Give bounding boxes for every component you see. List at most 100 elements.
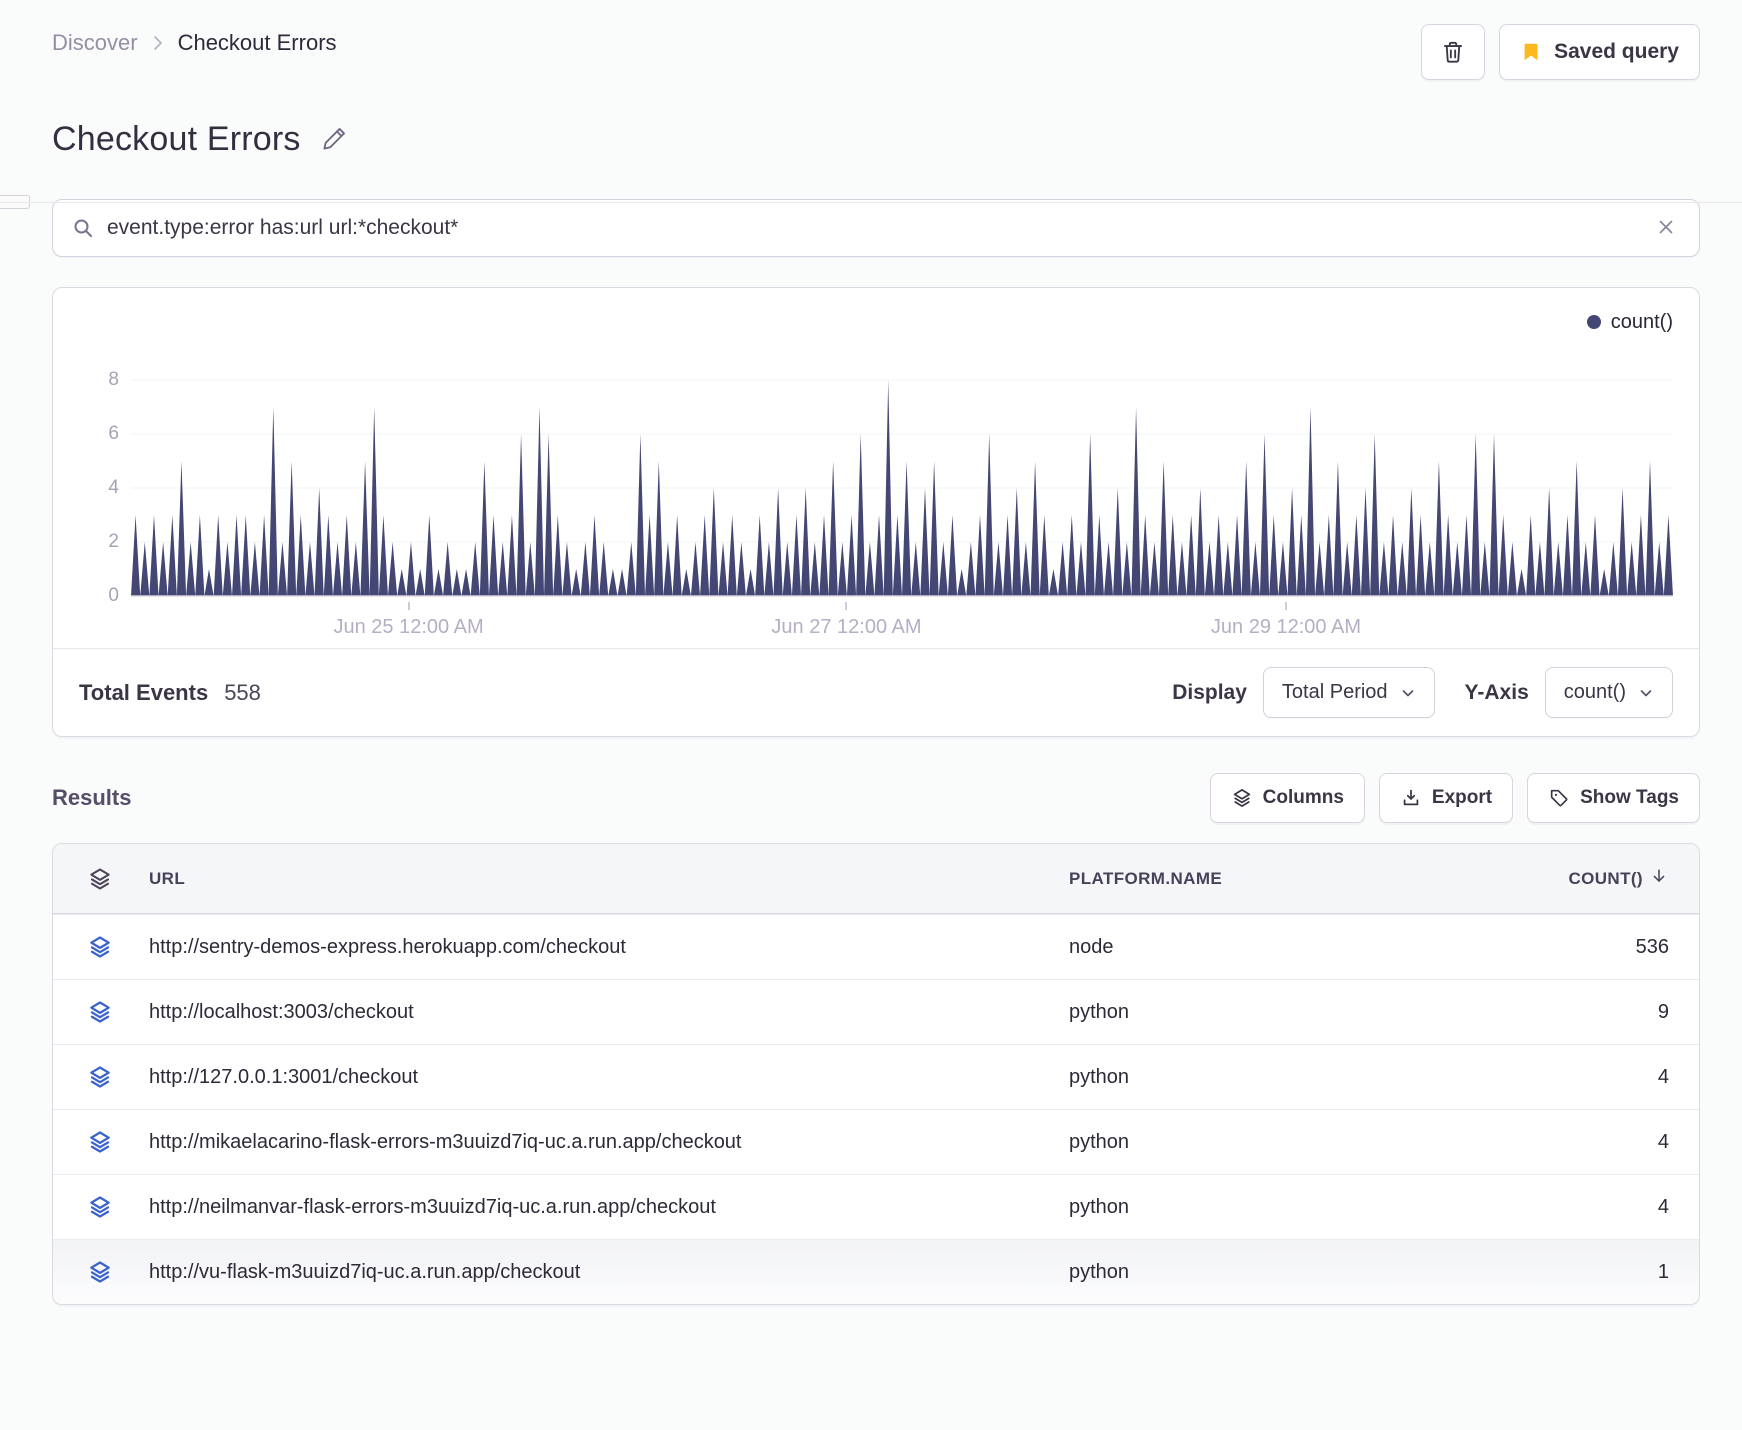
chevron-down-icon xyxy=(1638,685,1654,701)
column-header-count[interactable]: COUNT() xyxy=(1479,866,1699,891)
display-dropdown[interactable]: Total Period xyxy=(1262,667,1435,718)
url-cell: http://vu-flask-m3uuizd7iq-uc.a.run.app/… xyxy=(149,1260,581,1283)
table-row[interactable]: http://localhost:3003/checkout python 9 xyxy=(53,979,1699,1044)
yaxis-value: count() xyxy=(1563,681,1626,703)
y-tick-label: 8 xyxy=(108,369,119,390)
layers-icon[interactable] xyxy=(53,1064,149,1090)
chart-footer: Total Events 558 Display Total Period Y-… xyxy=(53,648,1699,736)
table-row[interactable]: http://127.0.0.1:3001/checkout python 4 xyxy=(53,1044,1699,1109)
results-actions: Columns Export Show Tags xyxy=(1209,773,1700,823)
platform-cell: python xyxy=(1069,1260,1130,1283)
export-label: Export xyxy=(1431,787,1493,808)
breadcrumb-discover[interactable]: Discover xyxy=(52,30,138,56)
download-icon xyxy=(1400,787,1422,809)
chart-panel: count() 8 6 4 2 0 Jun 25 12:00 AM Jun 27… xyxy=(52,287,1700,737)
layers-icon[interactable] xyxy=(53,934,149,960)
url-cell: http://sentry-demos-express.herokuapp.co… xyxy=(149,935,626,958)
url-cell: http://mikaelacarino-flask-errors-m3uuiz… xyxy=(149,1130,742,1153)
y-axis-labels: 8 6 4 2 0 xyxy=(79,342,119,646)
delete-query-button[interactable] xyxy=(1421,24,1486,80)
x-tick-label: Jun 25 12:00 AM xyxy=(333,616,484,638)
pencil-icon xyxy=(321,127,348,155)
breadcrumb: Discover Checkout Errors xyxy=(52,24,337,56)
chart-area: 8 6 4 2 0 Jun 25 12:00 AM Jun 27 12:00 A… xyxy=(79,342,1673,646)
platform-cell: python xyxy=(1069,1065,1130,1088)
column-header-url[interactable]: URL xyxy=(149,869,1069,889)
yaxis-dropdown[interactable]: count() xyxy=(1544,667,1673,718)
y-tick-label: 2 xyxy=(108,531,119,552)
top-bar: Discover Checkout Errors Saved query xyxy=(0,0,1742,80)
search-bar xyxy=(52,199,1700,257)
edit-title-button[interactable] xyxy=(317,121,352,159)
top-actions: Saved query xyxy=(1421,24,1700,80)
platform-cell: python xyxy=(1069,1000,1130,1023)
bookmark-icon xyxy=(1520,41,1542,63)
legend-label: count() xyxy=(1610,310,1673,333)
yaxis-label: Y-Axis xyxy=(1464,680,1529,704)
table-row[interactable]: http://neilmanvar-flask-errors-m3uuizd7i… xyxy=(53,1174,1699,1239)
layers-icon[interactable] xyxy=(53,999,149,1025)
chart-controls: Display Total Period Y-Axis count() xyxy=(1158,667,1673,718)
export-button[interactable]: Export xyxy=(1378,773,1514,823)
table-row[interactable]: http://mikaelacarino-flask-errors-m3uuiz… xyxy=(53,1109,1699,1174)
table-row[interactable]: http://vu-flask-m3uuizd7iq-uc.a.run.app/… xyxy=(53,1239,1699,1304)
trash-icon xyxy=(1440,39,1466,65)
platform-cell: python xyxy=(1069,1195,1130,1218)
url-cell: http://localhost:3003/checkout xyxy=(149,1000,414,1023)
y-tick-label: 0 xyxy=(108,585,119,606)
x-tick xyxy=(407,602,410,610)
columns-button[interactable]: Columns xyxy=(1209,773,1365,823)
column-header-platform[interactable]: PLATFORM.NAME xyxy=(1069,869,1479,889)
platform-cell: python xyxy=(1069,1130,1130,1153)
legend-dot-icon xyxy=(1586,315,1601,329)
close-icon xyxy=(1655,216,1677,241)
layers-icon xyxy=(53,866,149,892)
clear-search-button[interactable] xyxy=(1651,212,1681,245)
x-axis: Jun 25 12:00 AM Jun 27 12:00 AM Jun 29 1… xyxy=(131,602,1673,646)
x-tick-label: Jun 29 12:00 AM xyxy=(1210,616,1362,638)
saved-query-button[interactable]: Saved query xyxy=(1499,24,1700,80)
total-events-value: 558 xyxy=(224,679,261,705)
url-cell: http://neilmanvar-flask-errors-m3uuizd7i… xyxy=(149,1195,716,1218)
chart-legend[interactable]: count() xyxy=(79,308,1673,336)
total-events-label: Total Events xyxy=(79,679,209,705)
header-divider xyxy=(0,202,1742,203)
x-tick-label: Jun 27 12:00 AM xyxy=(771,616,922,638)
breadcrumb-current: Checkout Errors xyxy=(177,30,337,55)
search-input[interactable] xyxy=(107,216,1639,240)
columns-label: Columns xyxy=(1262,787,1344,808)
x-tick xyxy=(845,602,848,610)
show-tags-button[interactable]: Show Tags xyxy=(1527,773,1700,823)
count-cell: 4 xyxy=(1657,1130,1669,1153)
tag-icon xyxy=(1548,787,1570,809)
display-label: Display xyxy=(1172,680,1247,704)
results-heading: Results xyxy=(52,785,132,810)
count-area-chart xyxy=(131,342,1673,602)
layers-icon[interactable] xyxy=(53,1194,149,1220)
show-tags-label: Show Tags xyxy=(1580,787,1679,808)
layers-icon[interactable] xyxy=(53,1129,149,1155)
sort-descending-icon xyxy=(1649,866,1669,891)
results-header: Results Columns Export Show Tags xyxy=(52,773,1700,823)
count-header-label: COUNT() xyxy=(1568,868,1643,888)
chevron-right-icon xyxy=(150,33,166,53)
y-tick-label: 6 xyxy=(108,423,119,444)
saved-query-label: Saved query xyxy=(1554,40,1679,63)
display-value: Total Period xyxy=(1281,681,1388,703)
count-cell: 536 xyxy=(1635,935,1669,958)
total-events: Total Events 558 xyxy=(79,680,261,706)
page-title: Checkout Errors xyxy=(52,120,301,158)
chart-plot: Jun 25 12:00 AM Jun 27 12:00 AM Jun 29 1… xyxy=(131,342,1673,646)
page-title-row: Checkout Errors xyxy=(0,80,1742,159)
url-cell: http://127.0.0.1:3001/checkout xyxy=(149,1065,419,1088)
platform-cell: node xyxy=(1069,935,1114,958)
results-table: URL PLATFORM.NAME COUNT() http://sentry-… xyxy=(52,843,1700,1305)
layers-icon xyxy=(1231,787,1253,809)
layers-icon[interactable] xyxy=(53,1259,149,1285)
chevron-down-icon xyxy=(1400,685,1416,701)
search-icon xyxy=(71,216,95,240)
x-tick xyxy=(1284,602,1287,610)
table-row[interactable]: http://sentry-demos-express.herokuapp.co… xyxy=(53,914,1699,979)
y-tick-label: 4 xyxy=(108,477,119,498)
count-cell: 1 xyxy=(1657,1260,1669,1283)
